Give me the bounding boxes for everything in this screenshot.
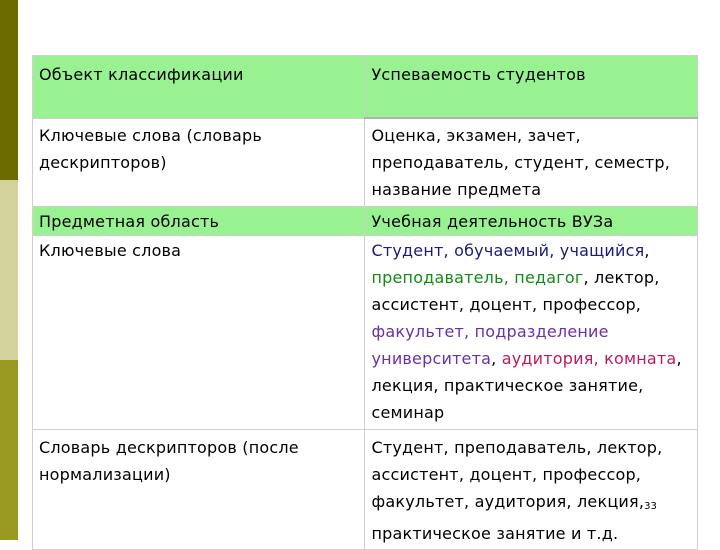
side-bar-top	[0, 0, 18, 180]
side-bar-middle	[0, 180, 18, 360]
keyword-segment: преподаватель, педагог	[371, 268, 584, 287]
descriptor-text: практическое занятие и т.д.	[371, 524, 619, 543]
keyword-segment: ,	[644, 241, 650, 260]
row-label: Ключевые слова (словарь дескрипторов)	[31, 117, 366, 207]
row-label: Предметная область	[31, 206, 366, 236]
keyword-segment: ,	[491, 349, 502, 368]
row-value: Успеваемость студентов	[364, 55, 698, 119]
page-number: 33	[644, 501, 657, 512]
side-bar-bottom	[0, 360, 18, 540]
classification-table: Объект классификации Успеваемость студен…	[31, 55, 698, 550]
descriptor-text: Студент, преподаватель, лектор, ассистен…	[371, 438, 663, 511]
table-row: Ключевые слова (словарь дескрипторов) Оц…	[31, 117, 698, 207]
row-label: Объект классификации	[31, 55, 366, 119]
table-row: Словарь дескрипторов (после нормализации…	[31, 429, 698, 550]
row-value: Учебная деятельность ВУЗа	[364, 206, 698, 236]
table-row: Объект классификации Успеваемость студен…	[31, 55, 698, 119]
row-value: Студент, преподаватель, лектор, ассистен…	[364, 429, 698, 550]
row-value-colored: Студент, обучаемый, учащийся, преподават…	[364, 235, 698, 430]
keyword-segment: Студент, обучаемый, учащийся	[371, 241, 645, 260]
row-value: Оценка, экзамен, зачет, преподаватель, с…	[364, 117, 698, 207]
row-label: Словарь дескрипторов (после нормализации…	[31, 429, 366, 550]
row-label: Ключевые слова	[31, 235, 366, 430]
table-row: Ключевые слова Студент, обучаемый, учащи…	[31, 235, 698, 430]
table-row: Предметная область Учебная деятельность …	[31, 206, 698, 236]
keyword-segment: аудитория, комната	[501, 349, 677, 368]
